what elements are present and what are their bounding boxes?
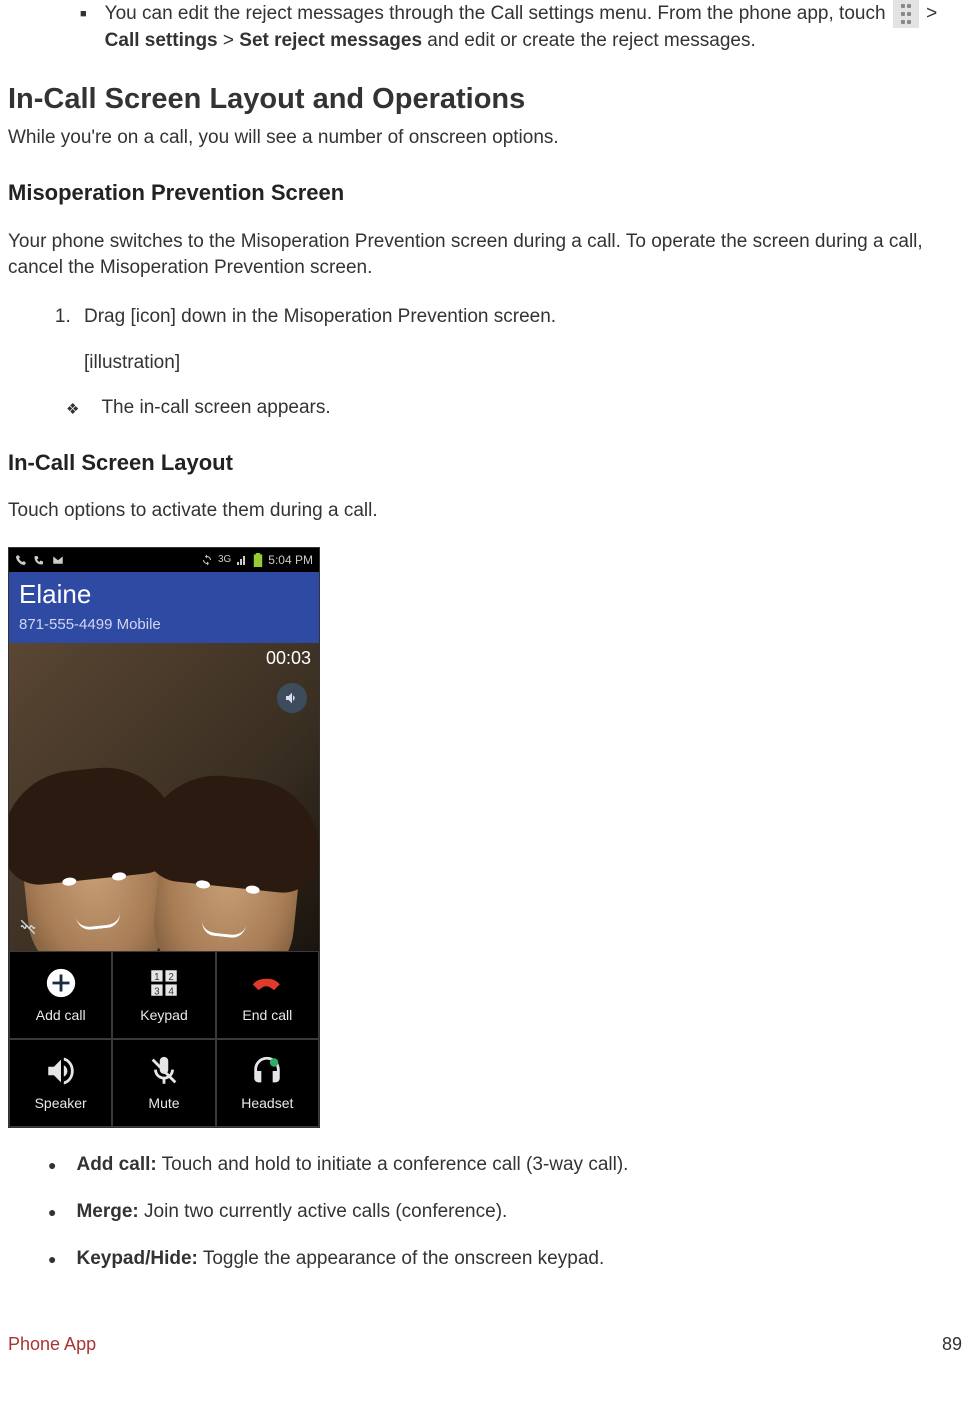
status-bar: 3G 5:04 PM [9,548,319,572]
face-illustration [148,799,306,952]
bullet-addcall-key: Add call: [76,1154,156,1175]
caller-banner: Elaine 871-555-4499 Mobile [9,572,319,643]
gt1: > [921,3,937,24]
headset-label: Headset [241,1094,293,1114]
bullet-merge-val: Join two currently active calls (confere… [139,1201,508,1222]
end-call-label: End call [242,1006,292,1026]
tip-bullet: ■ You can edit the reject messages throu… [80,0,966,55]
heading-incall-ops: In-Call Screen Layout and Operations [8,79,966,120]
heading-incall-layout: In-Call Screen Layout [8,448,966,479]
gt2: > [218,30,240,51]
tip-bold2: Set reject messages [239,30,422,51]
misop-result-text: The in-call screen appears. [101,395,330,422]
add-call-label: Add call [36,1006,86,1026]
bullet-keypad-key: Keypad/Hide: [76,1248,197,1269]
misop-steps: Drag [icon] down in the Misoperation Pre… [8,304,966,331]
layout-body: Touch options to activate them during a … [8,498,966,525]
mute-button[interactable]: Mute [112,1039,215,1127]
keypad-button[interactable]: 1234 Keypad [112,951,215,1039]
speaker-icon [44,1054,78,1088]
caller-name: Elaine [19,576,309,612]
signal-icon [236,554,248,566]
keypad-label: Keypad [140,1006,187,1026]
status-time: 5:04 PM [268,552,313,569]
bullet-keypad-text: Keypad/Hide: Toggle the appearance of th… [76,1246,604,1273]
intro-paragraph: While you're on a call, you will see a n… [8,125,966,152]
feature-bullets: ● Add call: Touch and hold to initiate a… [48,1152,966,1272]
svg-text:2: 2 [168,972,174,983]
bullet-merge: ● Merge: Join two currently active calls… [48,1199,966,1226]
svg-text:1: 1 [154,972,160,983]
bullet-addcall-text: Add call: Touch and hold to initiate a c… [76,1152,628,1179]
caller-photo: 00:03 [9,643,319,951]
bullet-merge-text: Merge: Join two currently active calls (… [76,1199,507,1226]
end-call-icon [250,966,284,1000]
tip-text: You can edit the reject messages through… [105,0,966,55]
svg-text:4: 4 [168,986,174,997]
misop-result-list: ❖ The in-call screen appears. [66,395,966,422]
bullet-addcall-val: Touch and hold to initiate a conference … [157,1154,629,1175]
status-right: 3G 5:04 PM [201,552,313,569]
headset-button[interactable]: Headset [216,1039,319,1127]
add-call-button[interactable]: Add call [9,951,112,1039]
volume-icon [284,690,300,706]
sync-icon [201,554,213,566]
bullet-dot-icon: ● [48,1156,56,1179]
battery-icon [253,553,263,567]
handset-icon [33,554,45,566]
bullet-merge-key: Merge: [76,1201,138,1222]
tip-tail: and edit or create the reject messages. [422,30,756,51]
bullet-addcall: ● Add call: Touch and hold to initiate a… [48,1152,966,1179]
bullet-dot-icon: ● [48,1250,56,1273]
headset-icon [250,1054,284,1088]
mute-label: Mute [148,1094,179,1114]
speaker-button[interactable]: Speaker [9,1039,112,1127]
diamond-bullet-icon: ❖ [66,399,79,422]
face-illustration [16,791,174,952]
incall-button-grid: Add call 1234 Keypad End call Speaker Mu… [9,951,319,1127]
page-footer: Phone App 89 [8,1332,966,1362]
phone-screenshot: 3G 5:04 PM Elaine 871-555-4499 Mobile 00… [8,547,320,1128]
footer-page-number: 89 [942,1332,962,1357]
tip-block: ■ You can edit the reject messages throu… [80,0,966,55]
illustration-placeholder: [illustration] [84,350,966,377]
noise-reduction-icon[interactable] [19,918,37,942]
misop-result-item: ❖ The in-call screen appears. [66,395,966,422]
misop-step-1: Drag [icon] down in the Misoperation Pre… [76,304,966,331]
phone-icon [15,554,27,566]
heading-misop: Misoperation Prevention Screen [8,178,966,209]
speaker-label: Speaker [35,1094,87,1114]
tip-line1: You can edit the reject messages through… [105,3,886,24]
bullet-keypad: ● Keypad/Hide: Toggle the appearance of … [48,1246,966,1273]
mail-icon [51,554,65,566]
footer-section: Phone App [8,1334,96,1354]
keypad-icon: 1234 [147,966,181,1000]
bullet-keypad-val: Toggle the appearance of the onscreen ke… [198,1248,604,1269]
status-left [15,554,65,566]
bullet-dot-icon: ● [48,1203,56,1226]
add-call-icon [44,966,78,1000]
misop-body: Your phone switches to the Misoperation … [8,229,966,282]
end-call-button[interactable]: End call [216,951,319,1039]
network-3g-label: 3G [218,553,231,567]
menu-overflow-icon [893,0,919,28]
mute-icon [147,1054,181,1088]
call-timer: 00:03 [266,646,311,671]
tip-bold1: Call settings [105,30,218,51]
volume-button[interactable] [277,683,307,713]
svg-text:3: 3 [154,986,160,997]
caller-number-line: 871-555-4499 Mobile [19,614,309,635]
bullet-square-icon: ■ [80,7,87,55]
